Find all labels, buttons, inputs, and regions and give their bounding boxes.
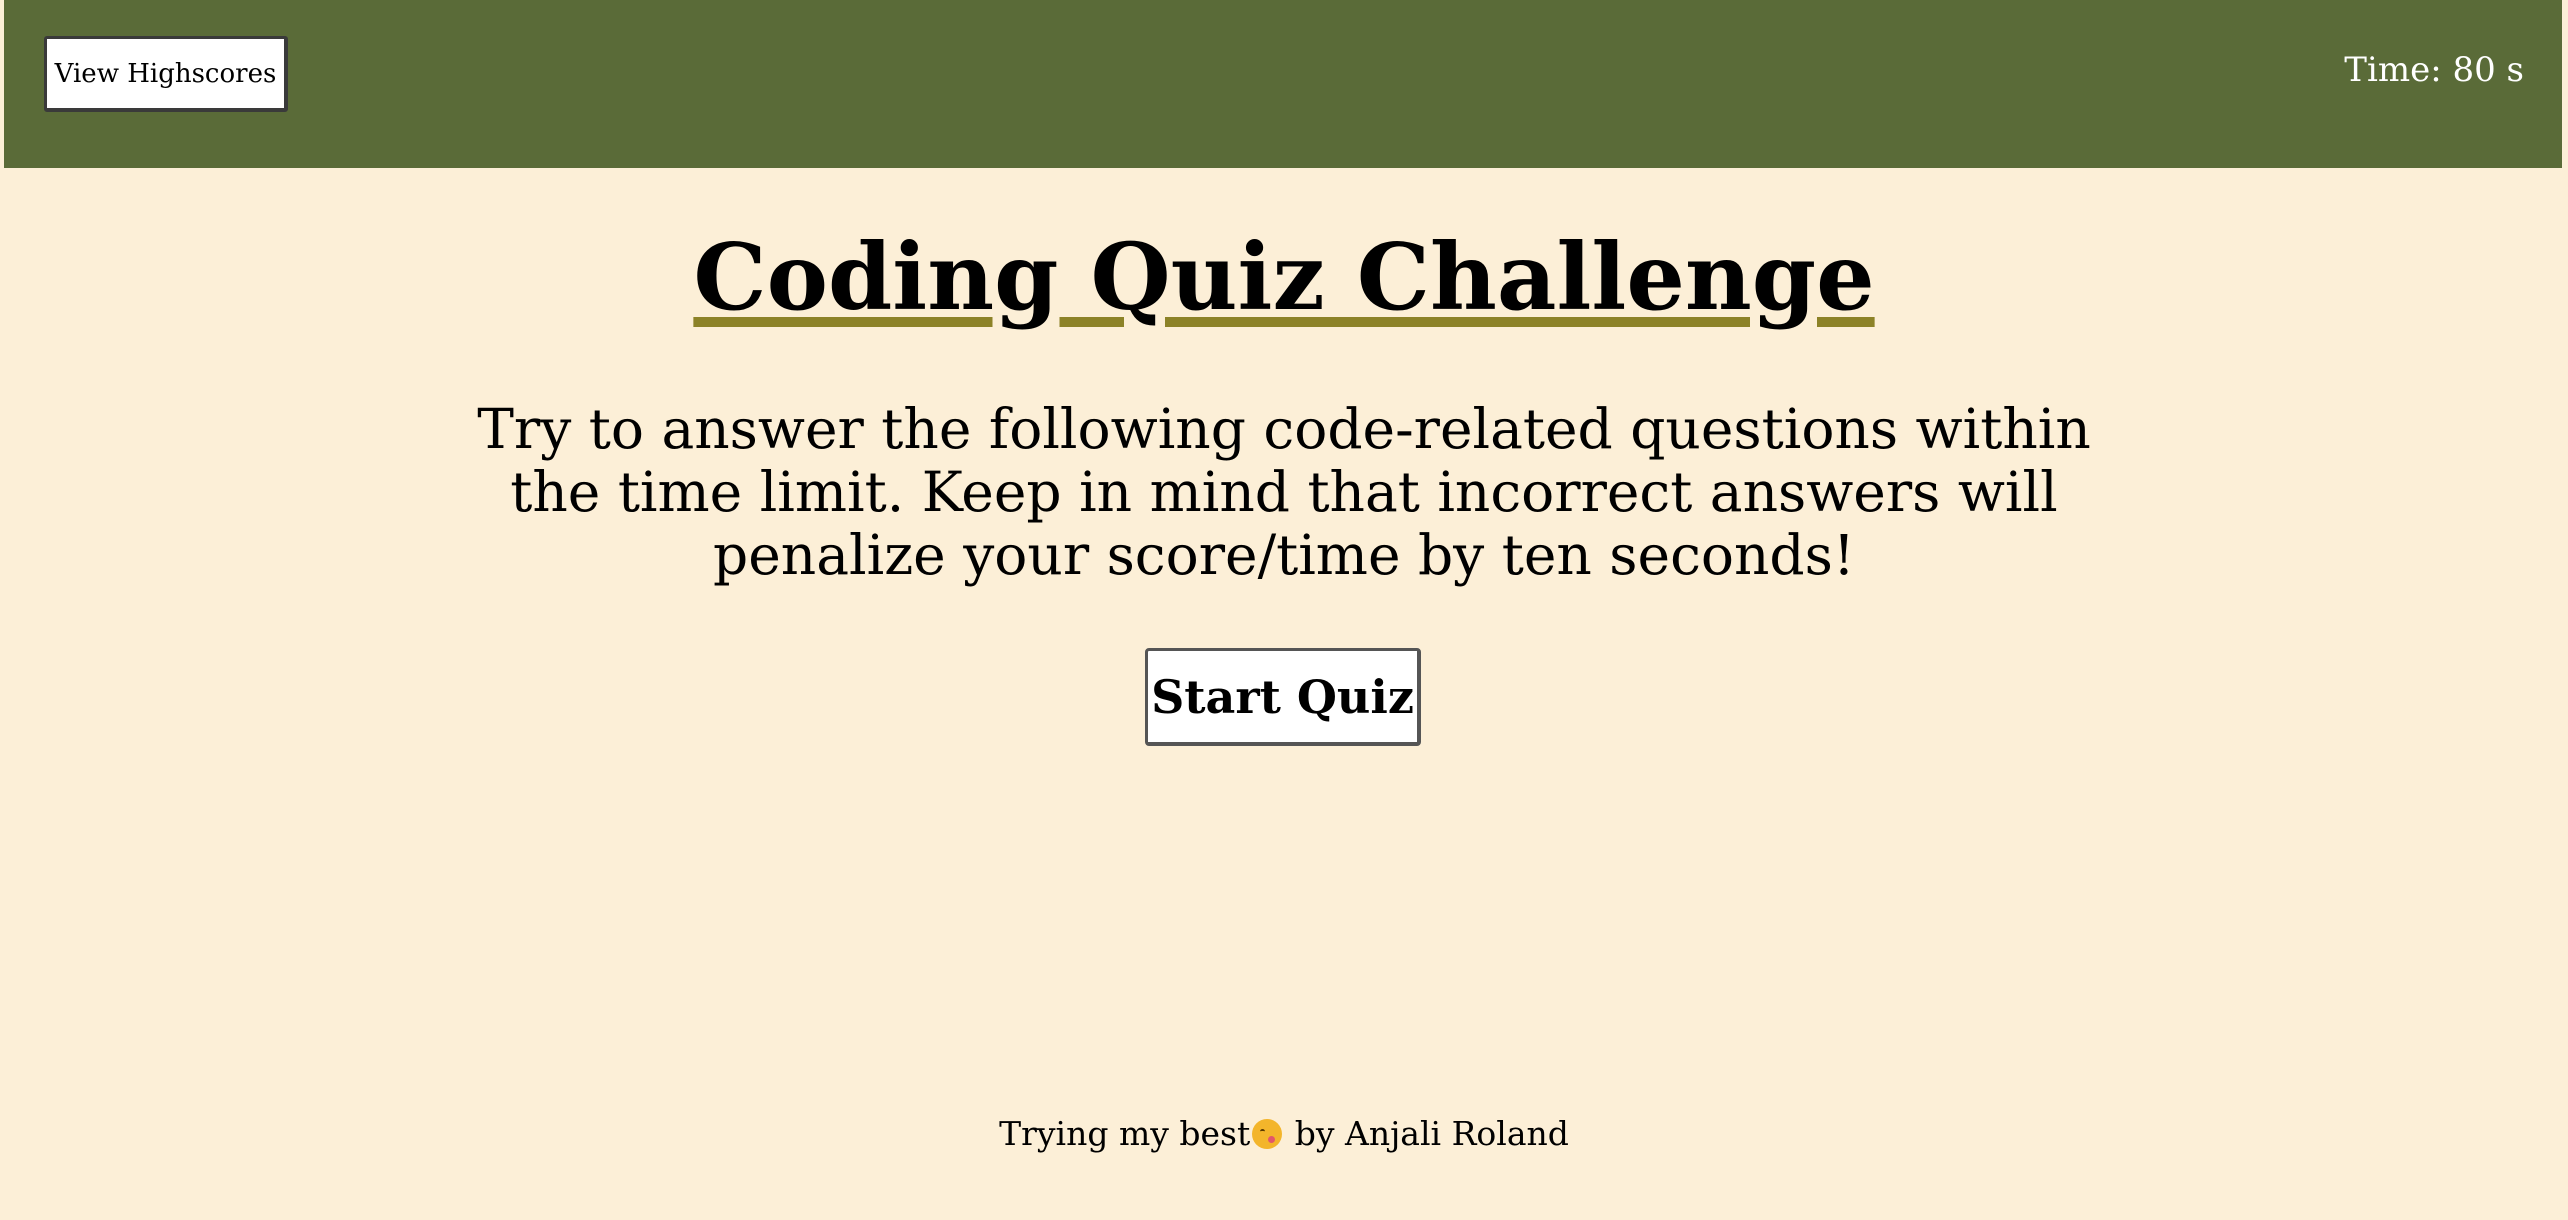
footer-text-after: by Anjali Roland (1284, 1114, 1569, 1153)
timer-label: Time: (2344, 50, 2442, 90)
title-container: Coding Quiz Challenge (0, 222, 2568, 332)
footer: Trying my best by Anjali Roland (0, 1114, 2568, 1153)
winking-face-tongue-icon (1252, 1119, 1283, 1149)
timer-value: 80 (2452, 50, 2496, 90)
footer-text-before: Trying my best (999, 1114, 1251, 1153)
view-highscores-button[interactable]: View Highscores (44, 36, 288, 112)
start-quiz-button[interactable]: Start Quiz (1145, 648, 1421, 746)
timer-unit: s (2506, 50, 2524, 90)
page-title: Coding Quiz Challenge (693, 223, 1875, 331)
header-bar: View Highscores Time: 80 s (4, 0, 2562, 168)
timer: Time: 80 s (2344, 50, 2524, 90)
quiz-instructions: Try to answer the following code-related… (477, 397, 2091, 587)
